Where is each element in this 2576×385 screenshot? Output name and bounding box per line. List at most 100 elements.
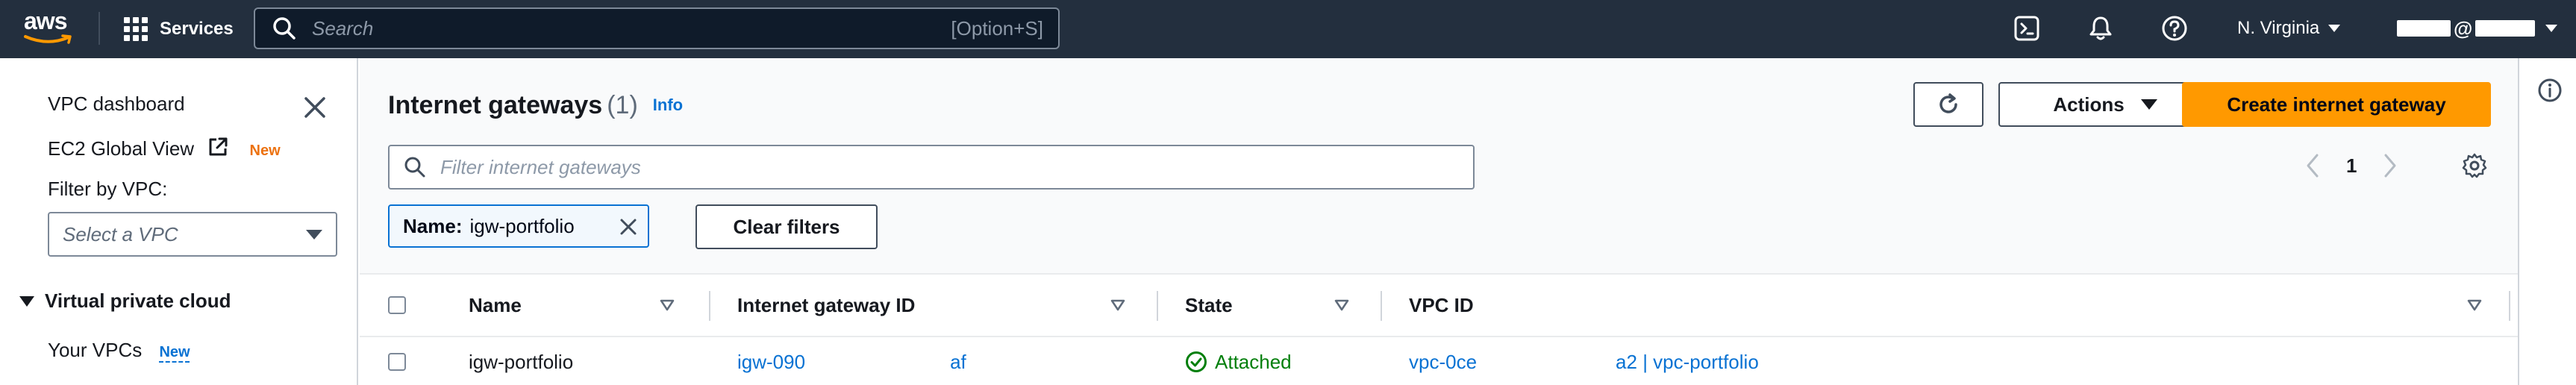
sidebar-item-label: Your VPCs: [48, 339, 143, 361]
cell-internet-gateway-id[interactable]: igw-090 af: [737, 337, 966, 385]
sidebar-section-virtual-private-cloud[interactable]: Virtual private cloud: [19, 289, 231, 313]
column-divider[interactable]: [1157, 291, 1158, 321]
global-search-bar[interactable]: [Option+S]: [254, 7, 1060, 49]
state-label: Attached: [1215, 350, 1292, 373]
region-selector[interactable]: N. Virginia: [2237, 15, 2341, 42]
select-all-checkbox[interactable]: [388, 296, 406, 314]
refresh-icon: [1939, 93, 1957, 113]
internet-gateways-table: Name Internet gateway ID State VPC ID ig…: [360, 273, 2518, 385]
current-page-number[interactable]: 1: [2346, 154, 2357, 178]
filter-token: Name: igw-portfolio: [388, 204, 649, 248]
page-title-text: Internet gateways: [388, 91, 603, 119]
row-checkbox[interactable]: [388, 353, 406, 371]
filter-token-key: Name:: [403, 214, 463, 237]
aws-logo[interactable]: aws: [24, 7, 78, 49]
filter-input[interactable]: [440, 152, 1473, 182]
status-badge: Attached: [1185, 351, 1292, 374]
chevron-down-icon: [2328, 25, 2341, 32]
table-row[interactable]: igw-portfolio igw-090 af Attached vpc-0c…: [360, 337, 2518, 385]
refresh-button[interactable]: [1913, 82, 1983, 127]
chevron-down-icon: [306, 229, 322, 240]
external-link-icon: [209, 137, 228, 156]
column-header-vpc-id[interactable]: VPC ID: [1409, 275, 1474, 336]
account-menu[interactable]: @: [2397, 15, 2558, 42]
vpc-filter-select[interactable]: Select a VPC: [48, 212, 337, 257]
services-menu-button[interactable]: Services: [124, 13, 234, 45]
cell-name: igw-portfolio: [469, 350, 574, 373]
close-icon[interactable]: [298, 91, 331, 124]
filter-token-value: igw-portfolio: [469, 214, 575, 237]
sort-icon: [1334, 299, 1349, 311]
new-badge: New: [249, 143, 281, 159]
table-header-row: Name Internet gateway ID State VPC ID: [360, 275, 2518, 337]
sort-icon: [1110, 299, 1125, 311]
help-icon[interactable]: [2161, 15, 2188, 42]
aws-logo-text: aws: [24, 7, 67, 34]
create-internet-gateway-button[interactable]: Create internet gateway: [2182, 82, 2491, 127]
filter-by-vpc-label: Filter by VPC:: [48, 178, 168, 200]
search-shortcut-hint: [Option+S]: [951, 16, 1043, 40]
close-icon[interactable]: [615, 213, 642, 240]
chevron-right-icon[interactable]: [2382, 152, 2398, 179]
services-label: Services: [160, 19, 234, 39]
sort-icon[interactable]: [1110, 275, 1125, 336]
caret-down-icon: [19, 295, 34, 307]
cell-state: Attached: [1185, 337, 1292, 385]
resource-count: (1): [607, 91, 638, 119]
igw-id-start: igw-090: [737, 350, 806, 373]
column-divider[interactable]: [2509, 291, 2510, 321]
sort-icon: [2467, 299, 2482, 311]
vpc-id-start: vpc-0ce: [1409, 350, 1478, 373]
pagination: 1: [2304, 149, 2398, 182]
aws-smile-icon: [24, 34, 72, 44]
clear-filters-button[interactable]: Clear filters: [695, 204, 878, 249]
sort-icon[interactable]: [1334, 275, 1349, 336]
caret-down-icon: [2140, 99, 2157, 110]
sidebar-section-title: Virtual private cloud: [45, 289, 231, 312]
page-title: Internet gateways (1) Info: [388, 91, 683, 120]
column-header-name[interactable]: Name: [469, 275, 522, 336]
main-content: Internet gateways (1) Info Actions Create …: [360, 58, 2518, 385]
tools-panel-rail: [2518, 58, 2576, 385]
vpc-filter-placeholder: Select a VPC: [63, 222, 178, 245]
actions-dropdown-button[interactable]: Actions: [1998, 82, 2212, 127]
cell-vpc-id[interactable]: vpc-0ce a2 | vpc-portfolio: [1409, 337, 1759, 385]
column-divider[interactable]: [1381, 291, 1382, 321]
gear-icon[interactable]: [2461, 152, 2488, 179]
chevron-left-icon[interactable]: [2304, 152, 2321, 179]
services-grid-icon: [124, 17, 148, 41]
info-link[interactable]: Info: [653, 96, 683, 114]
nav-divider: [99, 12, 100, 45]
sort-icon[interactable]: [2467, 275, 2482, 336]
sidebar-item-vpc-dashboard[interactable]: VPC dashboard: [48, 93, 185, 116]
new-badge[interactable]: New: [159, 344, 190, 360]
igw-id-end: af: [950, 350, 966, 373]
vpc-id-end: a2 | vpc-portfolio: [1616, 350, 1759, 373]
sidebar-item-label: EC2 Global View: [48, 137, 195, 160]
region-label: N. Virginia: [2237, 18, 2320, 38]
global-search-input[interactable]: [312, 13, 951, 43]
column-divider[interactable]: [709, 291, 710, 321]
sort-icon: [660, 299, 675, 311]
redacted-account-id: [2475, 20, 2536, 37]
filter-bar[interactable]: [388, 145, 1475, 190]
top-navigation-bar: aws Services [Option+S] N. Virginia: [0, 0, 2576, 58]
row-select-cell: [388, 337, 406, 385]
chevron-down-icon: [2545, 25, 2558, 32]
cloudshell-icon[interactable]: [2013, 15, 2040, 42]
redacted-account-name: [2397, 20, 2451, 37]
sort-icon[interactable]: [660, 275, 675, 336]
search-icon: [273, 17, 296, 40]
actions-label: Actions: [2053, 93, 2125, 116]
account-at: @: [2454, 16, 2473, 40]
info-icon[interactable]: [2537, 78, 2563, 103]
column-header-state[interactable]: State: [1185, 275, 1233, 336]
search-icon: [404, 157, 425, 178]
sidebar-item-ec2-global-view[interactable]: EC2 Global View New: [48, 136, 281, 160]
select-all-cell: [388, 275, 406, 336]
success-check-icon: [1186, 351, 1207, 372]
sidebar-item-your-vpcs[interactable]: Your VPCs New: [48, 339, 190, 362]
notifications-bell-icon[interactable]: [2087, 15, 2114, 42]
column-header-internet-gateway-id[interactable]: Internet gateway ID: [737, 275, 915, 336]
side-navigation: VPC dashboard EC2 Global View New Filter…: [0, 58, 358, 385]
